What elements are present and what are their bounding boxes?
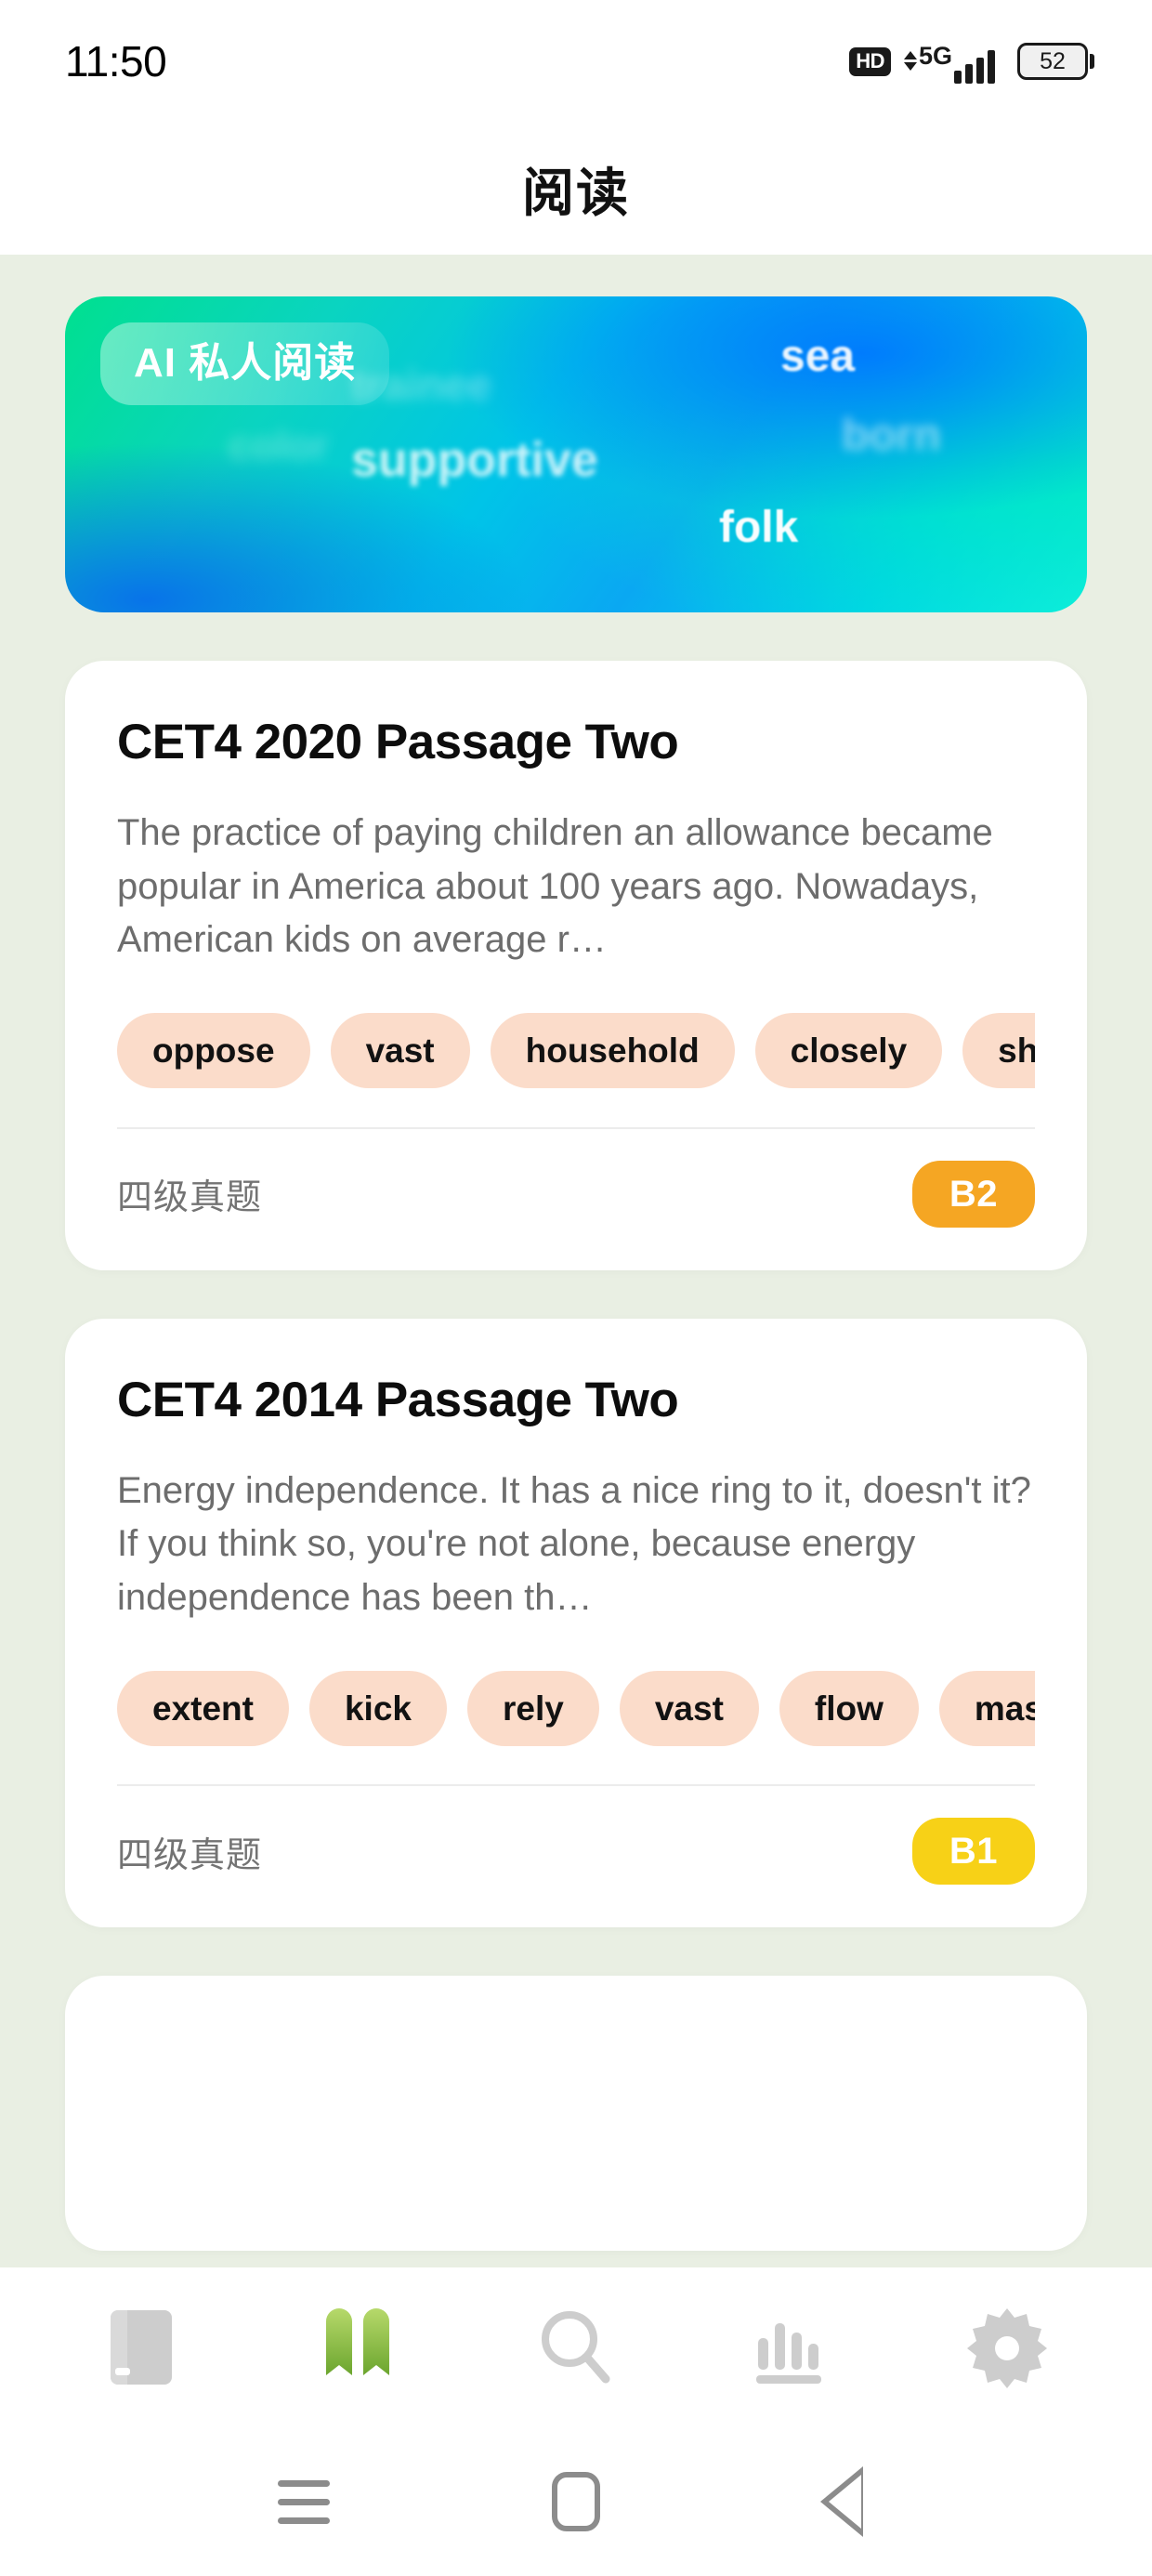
hd-icon: HD bbox=[849, 46, 891, 76]
passage-excerpt: Energy independence. It has a nice ring … bbox=[117, 1469, 1031, 1618]
vocabulary-tag[interactable]: extent bbox=[117, 1670, 289, 1746]
passage-source-label: 四级真题 bbox=[117, 1835, 263, 1875]
vocabulary-tag[interactable]: vast bbox=[619, 1670, 759, 1746]
recents-button[interactable] bbox=[248, 2455, 360, 2548]
phone-screen: 11:50 HD 5G 52 阅读 trainee sea color supp… bbox=[0, 0, 1152, 2576]
vocabulary-tag[interactable]: oppose bbox=[117, 1013, 310, 1089]
vocabulary-tag[interactable]: rely bbox=[467, 1670, 599, 1746]
hero-floating-word: born bbox=[842, 411, 941, 461]
ai-private-reading-banner[interactable]: trainee sea color supportive born folk AI 私人阅… bbox=[65, 296, 1087, 612]
network-indicator: 5G bbox=[903, 39, 995, 84]
home-icon bbox=[551, 2472, 600, 2531]
tab-statistics[interactable] bbox=[722, 2287, 861, 2408]
passage-card[interactable] bbox=[65, 1976, 1087, 2252]
battery-icon: 52 bbox=[1017, 43, 1094, 80]
tab-library[interactable] bbox=[75, 2287, 215, 2408]
vocabulary-tag[interactable]: flow bbox=[779, 1670, 919, 1746]
passage-card-list: CET4 2020 Passage Two The practice of pay… bbox=[65, 661, 1087, 2252]
gear-icon bbox=[967, 2308, 1047, 2388]
hero-floating-word: color bbox=[229, 423, 329, 468]
tab-settings[interactable] bbox=[937, 2287, 1077, 2408]
vocabulary-tag[interactable]: closely bbox=[754, 1013, 943, 1089]
tab-reading[interactable] bbox=[291, 2287, 430, 2408]
back-button[interactable] bbox=[792, 2455, 904, 2548]
difficulty-level-badge: B2 bbox=[911, 1160, 1035, 1228]
android-navigation-bar bbox=[0, 2427, 1152, 2576]
page-title: 阅读 bbox=[522, 163, 630, 222]
bottom-tab-bar bbox=[0, 2267, 1152, 2427]
app-header: 阅读 bbox=[0, 123, 1152, 255]
card-footer: 四级真题 B1 bbox=[117, 1818, 1035, 1890]
vocabulary-tag-row[interactable]: extentkick rely vast flowmassive bbox=[117, 1663, 1035, 1753]
status-bar: 11:50 HD 5G 52 bbox=[0, 0, 1152, 123]
home-button[interactable] bbox=[520, 2455, 632, 2548]
stats-bar-icon bbox=[756, 2323, 821, 2384]
passage-excerpt: The practice of paying children an allow… bbox=[117, 811, 993, 961]
reading-list-scroll[interactable]: trainee sea color supportive born folk AI 私人阅… bbox=[0, 255, 1152, 2267]
vocabulary-tag-row[interactable]: oppose vast householdclosely shallow bbox=[117, 1006, 1035, 1096]
vocabulary-tag[interactable]: household bbox=[490, 1013, 735, 1089]
tab-search[interactable] bbox=[506, 2287, 646, 2408]
status-icons: HD 5G 52 bbox=[849, 39, 1094, 84]
search-icon bbox=[542, 2311, 610, 2384]
battery-percent-label: 52 bbox=[1040, 47, 1066, 74]
passage-title: CET4 2014 Passage Two bbox=[117, 1372, 679, 1427]
passage-card[interactable]: CET4 2020 Passage Two The practice of pay… bbox=[65, 661, 1087, 1270]
vocabulary-tag[interactable]: shallow bbox=[962, 1013, 1035, 1089]
card-divider bbox=[117, 1784, 1035, 1787]
book-closed-icon bbox=[111, 2310, 172, 2385]
card-divider bbox=[117, 1126, 1035, 1129]
hero-floating-word: sea bbox=[780, 332, 856, 382]
card-footer: 四级真题 B2 bbox=[117, 1160, 1035, 1233]
difficulty-level-badge: B1 bbox=[911, 1818, 1035, 1886]
passage-title: CET4 2020 Passage Two bbox=[117, 715, 679, 769]
menu-icon bbox=[277, 2479, 330, 2524]
hero-floating-word: supportive bbox=[351, 433, 598, 488]
vocabulary-tag[interactable]: kick bbox=[308, 1670, 447, 1746]
status-time: 11:50 bbox=[65, 37, 167, 85]
vocabulary-tag[interactable]: vast bbox=[330, 1013, 470, 1089]
network-type-label: 5G bbox=[918, 42, 952, 70]
signal-bars-icon bbox=[954, 50, 995, 84]
vocabulary-tag[interactable]: massive bbox=[938, 1670, 1035, 1746]
data-transfer-arrows-icon bbox=[903, 51, 917, 71]
ai-private-reading-label: AI 私人阅读 bbox=[100, 322, 390, 405]
passage-source-label: 四级真题 bbox=[117, 1178, 263, 1218]
book-open-icon bbox=[326, 2308, 389, 2375]
back-icon bbox=[820, 2466, 876, 2537]
passage-card[interactable]: CET4 2014 Passage Two Energy independence… bbox=[65, 1318, 1087, 1928]
hero-floating-word: folk bbox=[719, 503, 799, 552]
